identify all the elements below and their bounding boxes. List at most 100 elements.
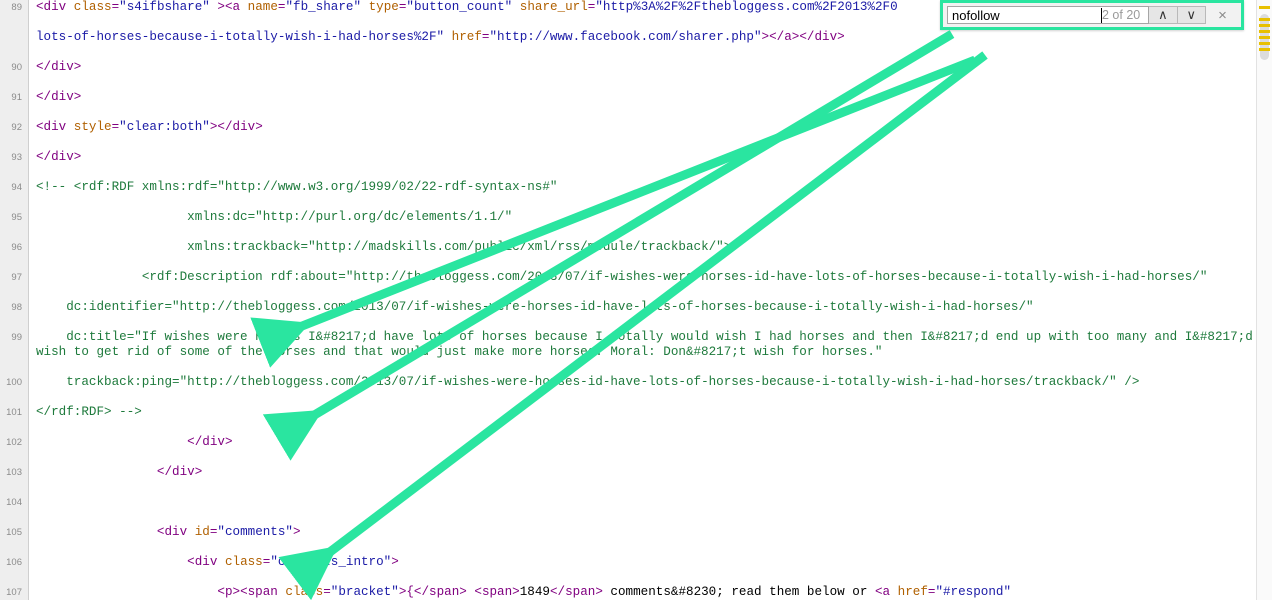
code-token: xmlns:trackback="http://madskills.com/pu… [36, 240, 732, 254]
code-token: </div> [36, 150, 82, 164]
code-token: "http%3A%2F%2Fthebloggess.com%2F2013%2F0 [595, 0, 898, 14]
code-token: class [285, 585, 324, 599]
code-token: href [897, 585, 928, 599]
code-token: id [194, 525, 210, 539]
scrollbar-match-marker [1259, 6, 1270, 9]
code-token: <div [36, 525, 195, 539]
code-token: </rdf:RDF> --> [36, 405, 142, 419]
code-token: share_url [519, 0, 588, 14]
scrollbar-match-marker [1259, 30, 1270, 33]
line-number: 96 [11, 242, 22, 253]
code-token: <div [36, 555, 225, 569]
code-token: "s4ifbshare" [119, 0, 210, 14]
line-number: 100 [6, 377, 22, 388]
code-line: 90 </div> [0, 60, 1257, 75]
line-number: 98 [11, 302, 22, 313]
code-token: = [323, 585, 331, 599]
line-number: 101 [6, 407, 22, 418]
code-line: 98 dc:identifier="http://thebloggess.com… [0, 300, 1257, 315]
code-token: class [73, 0, 112, 14]
code-token: <div [36, 120, 74, 134]
code-line: 95 xmlns:dc="http://purl.org/dc/elements… [0, 210, 1257, 225]
scrollbar-match-marker [1259, 48, 1270, 51]
line-number: 93 [11, 152, 22, 163]
code-token: "button_count" [406, 0, 513, 14]
code-token: xmlns:dc="http://purl.org/dc/elements/1.… [36, 210, 513, 224]
line-number: 107 [6, 587, 22, 598]
find-input-wrapper[interactable]: 2 of 20 [947, 6, 1150, 24]
code-token: trackback:ping="http://thebloggess.com/2… [36, 375, 1140, 389]
code-line: 96 xmlns:trackback="http://madskills.com… [0, 240, 1257, 255]
code-token: ></a></div> [761, 30, 845, 44]
code-line: 93 </div> [0, 150, 1257, 165]
code-token: href [451, 30, 482, 44]
code-line: 97 <rdf:Description rdf:about="http://th… [0, 270, 1257, 285]
source-code-text[interactable]: 89 <div class="s4ifbshare" ><a name="fb_s… [0, 0, 1257, 600]
code-token: ><a [209, 0, 248, 14]
line-number: 95 [11, 212, 22, 223]
view-source-page[interactable]: 89 <div class="s4ifbshare" ><a name="fb_s… [0, 0, 1257, 600]
code-token: >{</span> <span> [398, 585, 520, 599]
find-in-page-bar[interactable]: 2 of 20 ∧ ∨ × [940, 0, 1244, 30]
code-line-wrapped: lots-of-horses-because-i-totally-wish-i-… [0, 30, 1257, 45]
code-line: 105 <div id="comments"> [0, 525, 1257, 540]
code-line: 103 </div> [0, 465, 1257, 480]
code-token: comments&#8230; read them below or [602, 585, 875, 599]
code-token: </div> [36, 465, 203, 479]
scrollbar-match-marker [1259, 42, 1270, 45]
code-token: style [73, 120, 112, 134]
line-number: 99 [11, 332, 22, 343]
line-number: 90 [11, 62, 22, 73]
find-previous-button[interactable]: ∧ [1149, 6, 1178, 24]
code-token: </div> [36, 435, 233, 449]
close-icon[interactable]: × [1207, 6, 1238, 24]
code-line: 94 <!-- <rdf:RDF xmlns:rdf="http://www.w3… [0, 180, 1257, 195]
code-token: "clear:both" [119, 120, 210, 134]
line-number: 102 [6, 437, 22, 448]
scrollbar-match-marker [1259, 18, 1270, 21]
code-token: dc:title="If wishes were horses I&#8217;… [36, 330, 1253, 359]
code-token: name [247, 0, 278, 14]
code-token: "fb_share" [285, 0, 362, 14]
code-token: type [368, 0, 399, 14]
code-line: 101 </rdf:RDF> --> [0, 405, 1257, 420]
code-line: 102 </div> [0, 435, 1257, 450]
line-number: 91 [11, 92, 22, 103]
find-next-button[interactable]: ∨ [1177, 6, 1206, 24]
match-count-label: 2 of 20 [1102, 8, 1141, 22]
code-token: 1849 [519, 585, 550, 599]
code-token: <a [874, 585, 898, 599]
line-number: 94 [11, 182, 22, 193]
code-token: "bracket" [330, 585, 399, 599]
code-line: 107 <p><span class="bracket">{</span> <s… [0, 585, 1257, 600]
code-token: </span> [549, 585, 603, 599]
code-token: <!-- <rdf:RDF xmlns:rdf="http://www.w3.o… [36, 180, 558, 194]
line-number: 104 [6, 497, 22, 508]
scrollbar-match-marker [1259, 36, 1270, 39]
code-token: > [292, 525, 301, 539]
code-line: 100 trackback:ping="http://thebloggess.c… [0, 375, 1257, 390]
line-number: 106 [6, 557, 22, 568]
code-token: class [224, 555, 263, 569]
line-number: 103 [6, 467, 22, 478]
code-line: 91 </div> [0, 90, 1257, 105]
code-line: 92 <div style="clear:both"></div> [0, 120, 1257, 135]
scrollbar-match-marker [1259, 24, 1270, 27]
code-token: dc:identifier="http://thebloggess.com/20… [36, 300, 1034, 314]
code-token: "http://www.facebook.com/sharer.php" [489, 30, 762, 44]
code-token: "#respond" [935, 585, 1012, 599]
vertical-scrollbar[interactable] [1256, 0, 1272, 600]
line-number: 97 [11, 272, 22, 283]
code-token: "comments_intro" [270, 555, 392, 569]
line-number: 92 [11, 122, 22, 133]
find-input[interactable] [952, 7, 1102, 23]
code-line: 106 <div class="comments_intro"> [0, 555, 1257, 570]
code-token: <rdf:Description rdf:about="http://thebl… [36, 270, 1208, 284]
code-token: </div> [36, 60, 82, 74]
code-token: ></div> [209, 120, 263, 134]
code-token: "comments" [217, 525, 293, 539]
code-token: > [391, 555, 399, 569]
